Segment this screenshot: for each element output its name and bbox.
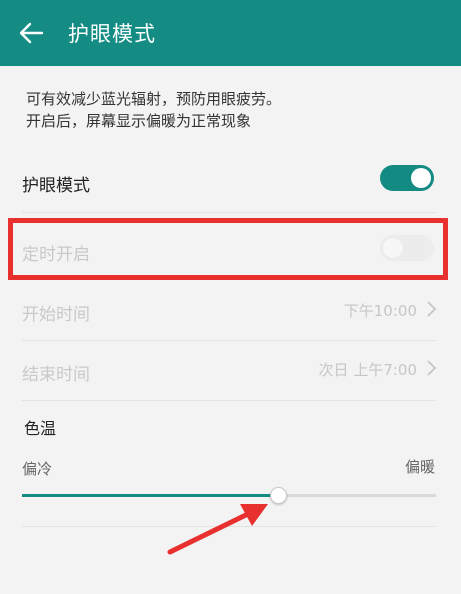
end-time-label: 结束时间 bbox=[22, 365, 90, 385]
chevron-right-icon bbox=[427, 360, 437, 376]
start-time-row[interactable]: 开始时间 下午10:00 bbox=[0, 280, 461, 340]
description: 可有效减少蓝光辐射，预防用眼疲劳。 开启后，屏幕显示偏暖为正常现象 bbox=[26, 88, 446, 132]
toggle-knob bbox=[411, 168, 431, 188]
description-line-2: 开启后，屏幕显示偏暖为正常现象 bbox=[26, 112, 252, 130]
color-temperature-title: 色温 bbox=[24, 419, 57, 438]
eye-comfort-toggle[interactable] bbox=[380, 165, 434, 191]
chevron-right-icon bbox=[427, 301, 437, 317]
slider-fill bbox=[22, 494, 279, 497]
eye-comfort-label: 护眼模式 bbox=[22, 176, 90, 196]
warm-label: 偏暖 bbox=[405, 458, 436, 476]
divider bbox=[22, 400, 436, 401]
description-line-1: 可有效减少蓝光辐射，预防用眼疲劳。 bbox=[26, 90, 282, 108]
start-time-value: 下午10:00 bbox=[343, 302, 417, 320]
eye-comfort-row[interactable]: 护眼模式 bbox=[0, 152, 461, 212]
divider bbox=[22, 212, 436, 213]
back-button[interactable] bbox=[14, 16, 48, 50]
page-title: 护眼模式 bbox=[68, 22, 156, 46]
annotation-arrow-icon bbox=[167, 504, 268, 555]
cool-label: 偏冷 bbox=[22, 460, 53, 478]
start-time-label: 开始时间 bbox=[22, 305, 90, 325]
end-time-row[interactable]: 结束时间 次日 上午7:00 bbox=[0, 340, 461, 400]
color-temperature-slider[interactable] bbox=[22, 487, 436, 504]
end-time-value: 次日 上午7:00 bbox=[318, 361, 417, 379]
annotation-highlight-box bbox=[8, 218, 448, 280]
app-header: 护眼模式 bbox=[0, 0, 461, 66]
back-arrow-icon bbox=[19, 22, 44, 44]
